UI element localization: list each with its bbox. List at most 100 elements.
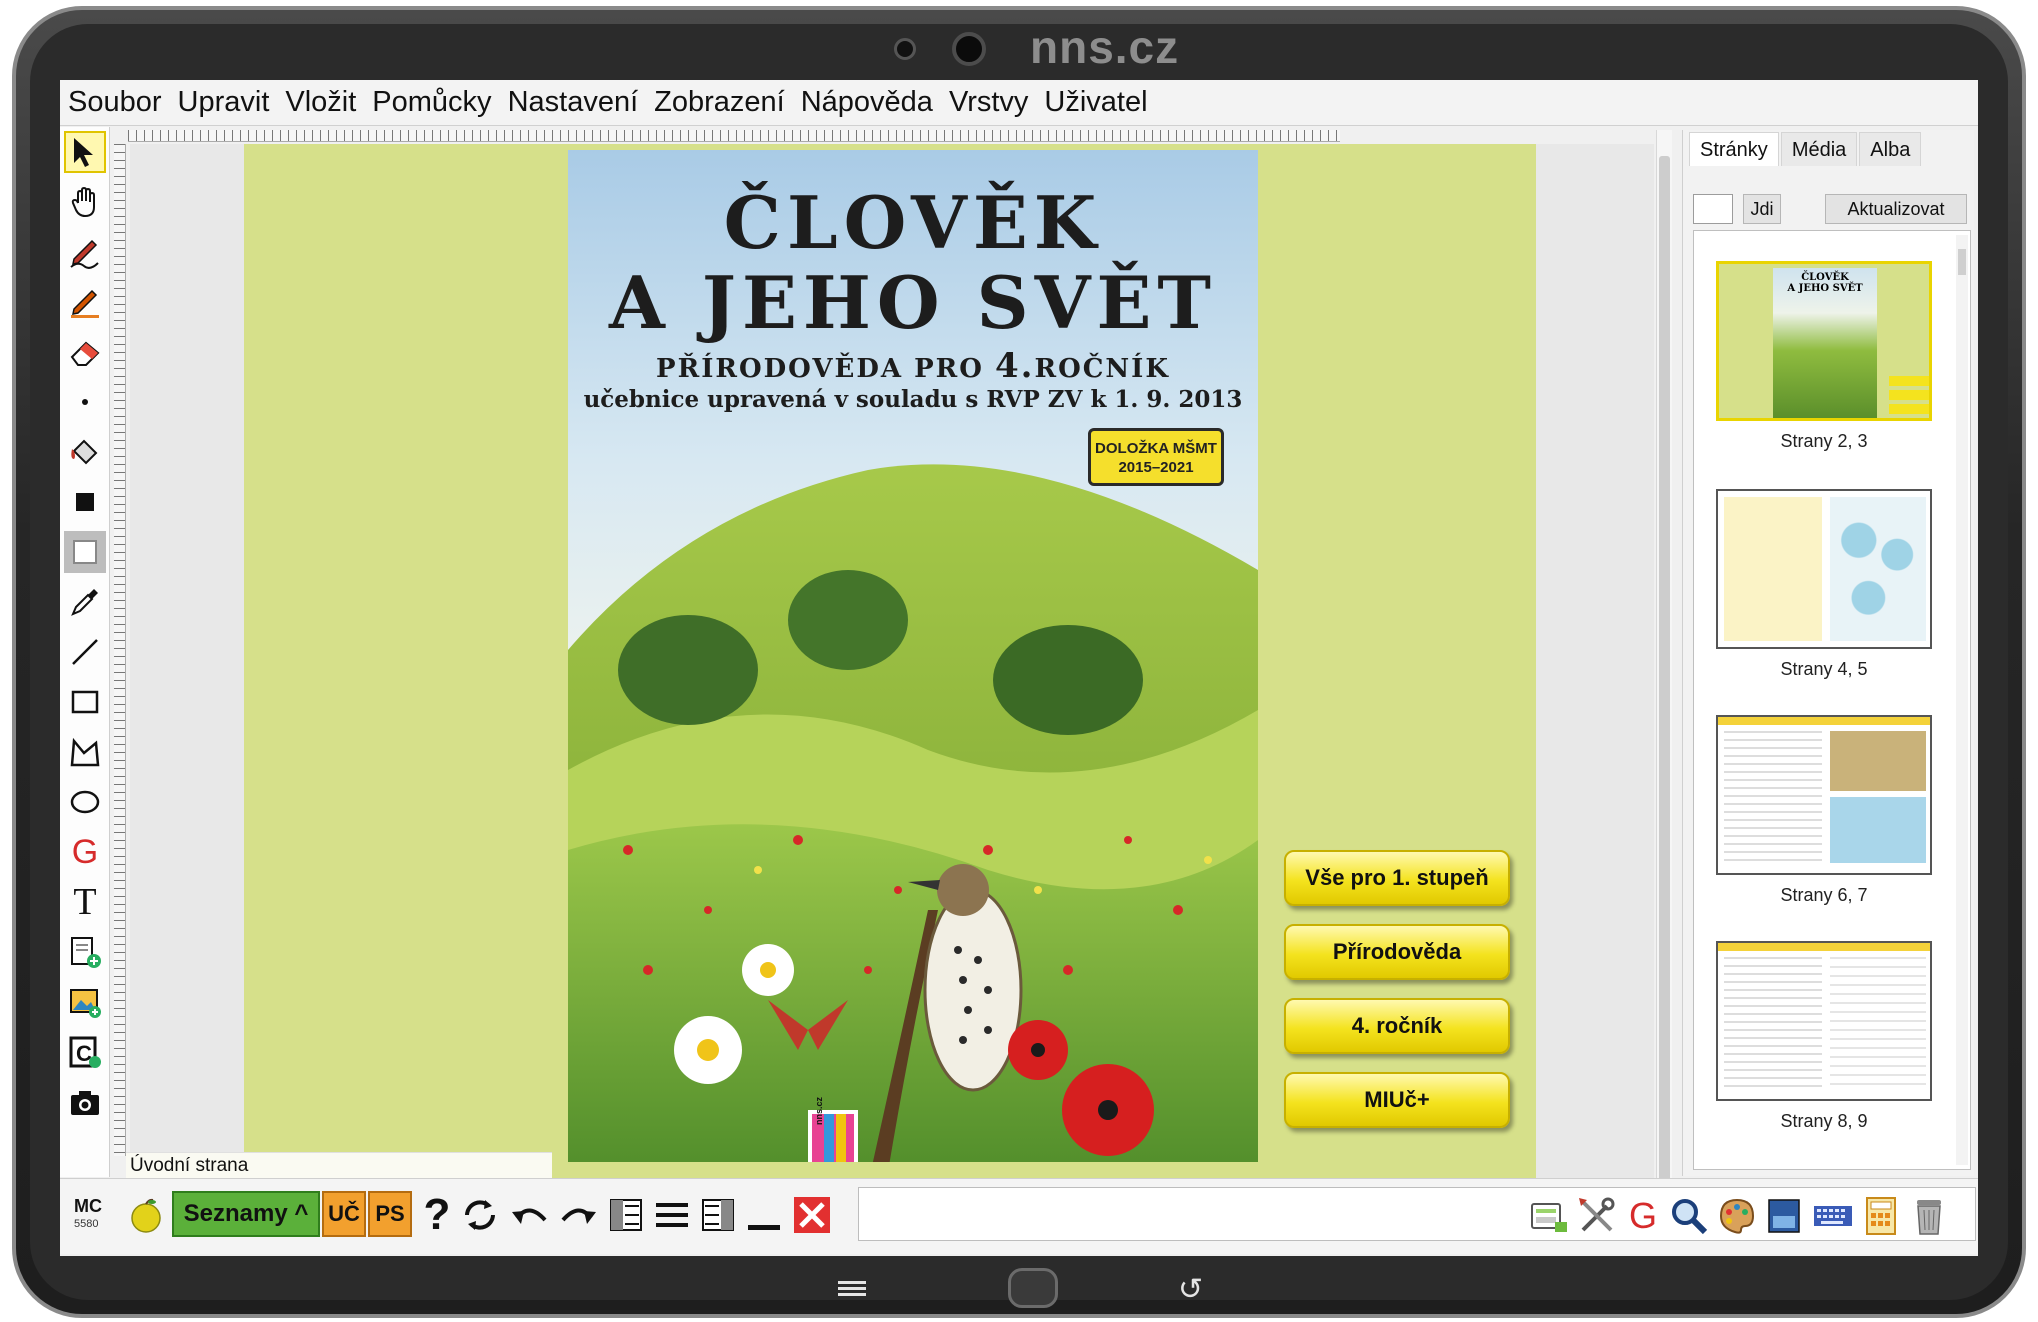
menu-bar: Soubor Upravit Vložit Pomůcky Nastavení …: [60, 80, 1978, 126]
tab-alba[interactable]: Alba: [1859, 132, 1922, 166]
hardware-back-icon[interactable]: ↺: [1178, 1272, 1203, 1307]
hardware-menu-button[interactable]: [838, 1278, 866, 1298]
camera-icon[interactable]: [64, 1081, 106, 1123]
thumbnail-image[interactable]: [1716, 715, 1932, 875]
vertical-ruler: [114, 144, 126, 1156]
thumbnail-item[interactable]: Strany 4, 5: [1716, 489, 1932, 680]
left-panel-icon[interactable]: [606, 1189, 646, 1241]
menu-soubor[interactable]: Soubor: [68, 86, 162, 119]
thumbnail-image[interactable]: [1716, 941, 1932, 1101]
rectangle-icon[interactable]: [64, 681, 106, 723]
text-icon[interactable]: T: [64, 881, 106, 923]
front-sensor: [894, 38, 916, 60]
pen-icon[interactable]: [64, 231, 106, 273]
cover-title-line2: A JEHO SVĚT: [608, 260, 1217, 345]
add-page-icon[interactable]: [64, 931, 106, 973]
goto-button[interactable]: Jdi: [1743, 194, 1781, 224]
redo-icon[interactable]: [556, 1189, 600, 1241]
dot-icon[interactable]: [64, 381, 106, 423]
filled-rect-icon[interactable]: [64, 481, 106, 523]
thumbnail-image[interactable]: ČLOVĚK A JEHO SVĚT: [1716, 261, 1932, 421]
pointer-icon[interactable]: [64, 131, 106, 173]
menu-nastaveni[interactable]: Nastavení: [508, 86, 639, 119]
fill-icon[interactable]: [64, 431, 106, 473]
thumbnail-image[interactable]: [1716, 489, 1932, 649]
geogebra-icon[interactable]: G: [64, 831, 106, 873]
thumbnails-scrollbar[interactable]: [1956, 235, 1968, 1165]
add-card-icon[interactable]: C: [64, 1031, 106, 1073]
page-name-label: Úvodní strana: [126, 1152, 552, 1178]
menu-uzivatel[interactable]: Uživatel: [1044, 86, 1147, 119]
fill-outline-icon[interactable]: [64, 531, 106, 573]
thumbnail-caption: Strany 6, 7: [1780, 885, 1868, 905]
panel-tabs: Stránky Média Alba: [1689, 132, 1923, 166]
cover-subtitle2: učebnice upravená v souladu s RVP ZV k 1…: [583, 386, 1243, 413]
cover-publisher-logo: nns.cz: [814, 1096, 824, 1125]
canvas-scrollbar[interactable]: [1656, 130, 1672, 1220]
seznamy-button[interactable]: Seznamy ^: [172, 1191, 320, 1237]
ellipse-icon[interactable]: [64, 781, 106, 823]
refresh-button[interactable]: Aktualizovat: [1825, 194, 1967, 224]
canvas-scrollbar-thumb[interactable]: [1659, 156, 1670, 1191]
menu-vrstvy[interactable]: Vrstvy: [949, 86, 1028, 119]
eyedropper-icon[interactable]: [64, 581, 106, 623]
device-brand: nns.cz: [1030, 21, 1180, 73]
menu-vlozit[interactable]: Vložit: [285, 86, 356, 119]
mc-badge[interactable]: MC 5580: [74, 1197, 102, 1233]
menu-lines-icon[interactable]: [652, 1189, 692, 1241]
page-number-input[interactable]: [1693, 194, 1733, 224]
tab-stranky[interactable]: Stránky: [1689, 132, 1779, 166]
marker-icon[interactable]: [64, 281, 106, 323]
tab-media[interactable]: Média: [1780, 132, 1858, 166]
calculator-icon[interactable]: [1859, 1190, 1903, 1242]
minimize-icon[interactable]: [744, 1189, 784, 1241]
horizontal-ruler: [128, 130, 1340, 142]
menu-napoveda[interactable]: Nápověda: [801, 86, 933, 119]
nav-button-miuc-plus[interactable]: MIUč+: [1284, 1072, 1510, 1128]
calculator-keyboard-icon[interactable]: [1527, 1190, 1571, 1242]
hardware-home-button[interactable]: [1008, 1268, 1058, 1308]
app-screen: Soubor Upravit Vložit Pomůcky Nastavení …: [60, 80, 1978, 1256]
front-camera: [952, 32, 986, 66]
thumbnail-item[interactable]: ČLOVĚK A JEHO SVĚT Strany 2, 3: [1716, 261, 1932, 452]
help-button[interactable]: ?: [422, 1189, 452, 1241]
add-image-icon[interactable]: [64, 981, 106, 1023]
right-panel-icon[interactable]: [698, 1189, 738, 1241]
geogebra-app-icon[interactable]: G: [1623, 1190, 1663, 1242]
nav-button-vse-pro-1-stupen[interactable]: Vše pro 1. stupeň: [1284, 850, 1510, 906]
bottom-toolbar: MC 5580 Seznamy ^ UČ PS ? G: [60, 1178, 1978, 1254]
eraser-icon[interactable]: [64, 331, 106, 373]
cover-subtitle: PŘÍRODOVĚDA PRO 4.ROČNÍK: [656, 346, 1170, 386]
tools-icon[interactable]: [1575, 1190, 1619, 1242]
thumbnail-item[interactable]: Strany 6, 7: [1716, 715, 1932, 906]
book-cover: ČLOVĚK A JEHO SVĚT PŘÍRODOVĚDA PRO 4.ROČ…: [568, 150, 1258, 1162]
trash-icon[interactable]: [1907, 1190, 1951, 1242]
close-icon[interactable]: [790, 1189, 834, 1241]
page-thumbnails: ČLOVĚK A JEHO SVĚT Strany 2, 3 Strany 4,…: [1693, 230, 1971, 1170]
ps-button[interactable]: PS: [368, 1191, 412, 1237]
zoom-icon[interactable]: [1667, 1190, 1711, 1242]
polygon-icon[interactable]: [64, 731, 106, 773]
line-icon[interactable]: [64, 631, 106, 673]
thumbnails-scrollbar-thumb[interactable]: [1958, 249, 1966, 275]
refresh-icon[interactable]: [458, 1189, 502, 1241]
menu-pomucky[interactable]: Pomůcky: [372, 86, 491, 119]
apple-icon[interactable]: [126, 1189, 166, 1241]
hand-icon[interactable]: [64, 181, 106, 223]
pages-panel: Stránky Média Alba Jdi Aktualizovat ČLOV…: [1682, 130, 1974, 1176]
msmt-badge: DOLOŽKA MŠMT 2015–2021: [1088, 428, 1224, 486]
undo-icon[interactable]: [508, 1189, 552, 1241]
keyboard-icon[interactable]: [1811, 1190, 1855, 1242]
nav-button-4-rocnik[interactable]: 4. ročník: [1284, 998, 1510, 1054]
command-strip: G: [858, 1187, 1976, 1241]
palette-icon[interactable]: [1715, 1190, 1759, 1242]
thumbnail-item[interactable]: Strany 8, 9: [1716, 941, 1932, 1132]
nav-button-prirodoveda[interactable]: Přírodověda: [1284, 924, 1510, 980]
uc-button[interactable]: UČ: [322, 1191, 366, 1237]
menu-zobrazeni[interactable]: Zobrazení: [654, 86, 785, 119]
menu-upravit[interactable]: Upravit: [178, 86, 270, 119]
tool-palette: G T C: [60, 127, 110, 1177]
thumbnail-caption: Strany 4, 5: [1780, 659, 1868, 679]
cover-title-line1: ČLOVĚK: [723, 180, 1103, 265]
language-cards-icon[interactable]: [1763, 1190, 1807, 1242]
